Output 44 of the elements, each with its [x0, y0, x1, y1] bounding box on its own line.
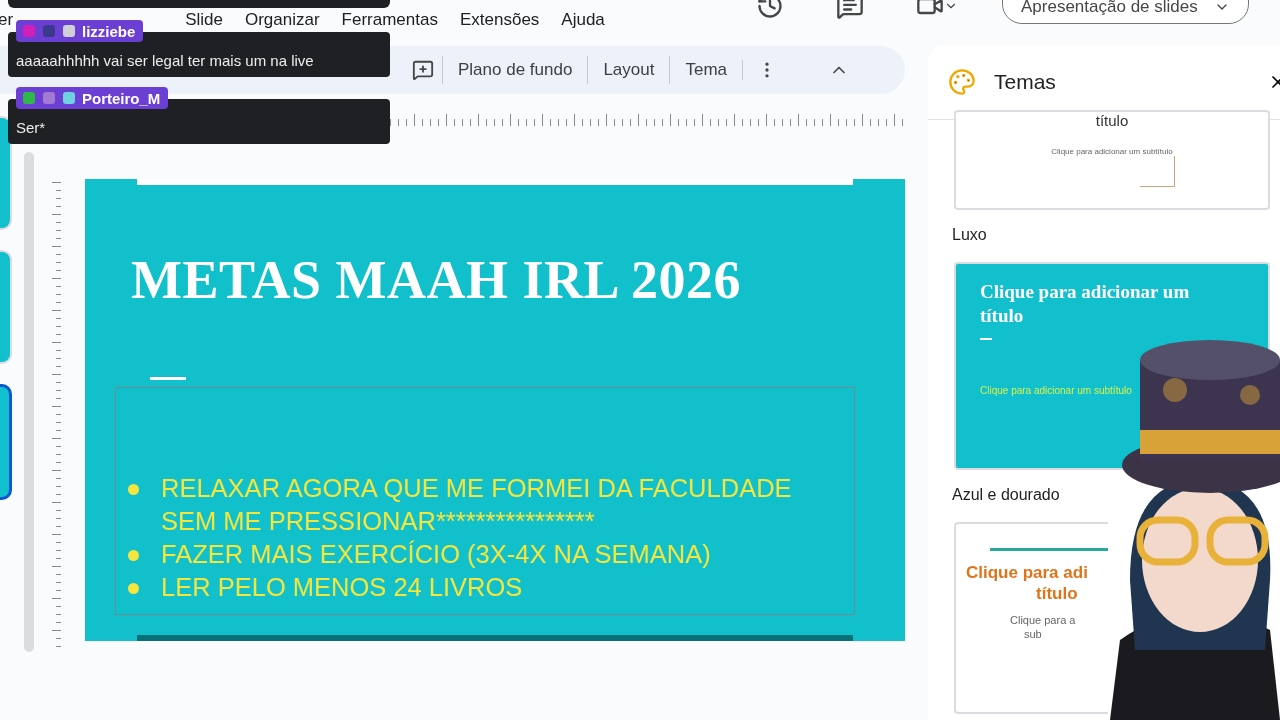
badge-icon	[42, 24, 56, 38]
menu-item[interactable]: Slide	[185, 10, 223, 30]
bullet-text: RELAXAR AGORA QUE ME FORMEI DA FACULDADE SEM ME PRESSIONAR****************	[161, 473, 793, 537]
panel-title: Temas	[994, 70, 1057, 94]
badge-icon	[22, 24, 36, 38]
bullet-dot	[128, 550, 139, 561]
theme-subtitle: Clique para a	[1010, 612, 1076, 627]
theme-title: título	[980, 303, 1024, 328]
username: lizziebe	[82, 22, 136, 40]
badge-icon	[42, 91, 56, 105]
chat-text: Ser*	[16, 118, 47, 136]
frame-line	[1140, 156, 1175, 187]
theme-subtitle: Clique para adicionar um subtítulo	[980, 383, 1132, 397]
present-button[interactable]: Apresentação de slides	[1002, 0, 1249, 24]
theme-subtitle: Clique para adicionar um subtítulo	[1051, 146, 1173, 158]
menu-item[interactable]: Ferramentas	[341, 10, 438, 30]
chat-text: aaaaahhhhh vai ser legal ter mais um na live	[16, 51, 315, 69]
bullet-text: LER PELO MENOS 24 LIVROS	[161, 572, 524, 603]
theme-title: Clique para adi	[966, 562, 1088, 584]
theme-subtitle: sub	[1024, 626, 1042, 642]
toolbar-button[interactable]: Layout	[587, 56, 670, 84]
toolbar-button[interactable]: Tema	[669, 56, 742, 84]
slide-title: METAS MAAH IRL 2026	[131, 249, 743, 311]
slide-thumbnail[interactable]	[0, 384, 12, 500]
menu-item[interactable]: Organizar	[244, 10, 320, 30]
theme-title: Clique para adicionar um	[980, 280, 1190, 304]
bullet-text: FAZER MAIS EXERCÍCIO (3X-4X NA SEMANA)	[161, 539, 712, 570]
theme-title: título	[1036, 583, 1078, 605]
badge-icon	[22, 91, 36, 105]
username: Porteiro_M	[82, 89, 161, 107]
theme-preview[interactable]: Clique para adi título Clique para a sub	[954, 522, 1108, 714]
badge-icon	[62, 24, 76, 38]
toolbar-button[interactable]: Plano de fundo	[442, 56, 588, 84]
palette-icon	[948, 68, 976, 96]
scrollbar[interactable]	[24, 152, 34, 652]
menu-item[interactable]: Extensões	[459, 10, 540, 30]
theme-preview[interactable]: título Clique para adicionar um subtítulo	[954, 110, 1270, 210]
menu-item[interactable]: Ajuda	[561, 10, 605, 30]
badge-icon	[62, 91, 76, 105]
theme-name: Luxo	[952, 226, 988, 244]
theme-title: título	[1095, 112, 1129, 131]
bullet-dot	[128, 484, 139, 495]
theme-name: Azul e dourado	[952, 486, 1061, 504]
bullet-dot	[128, 583, 139, 594]
